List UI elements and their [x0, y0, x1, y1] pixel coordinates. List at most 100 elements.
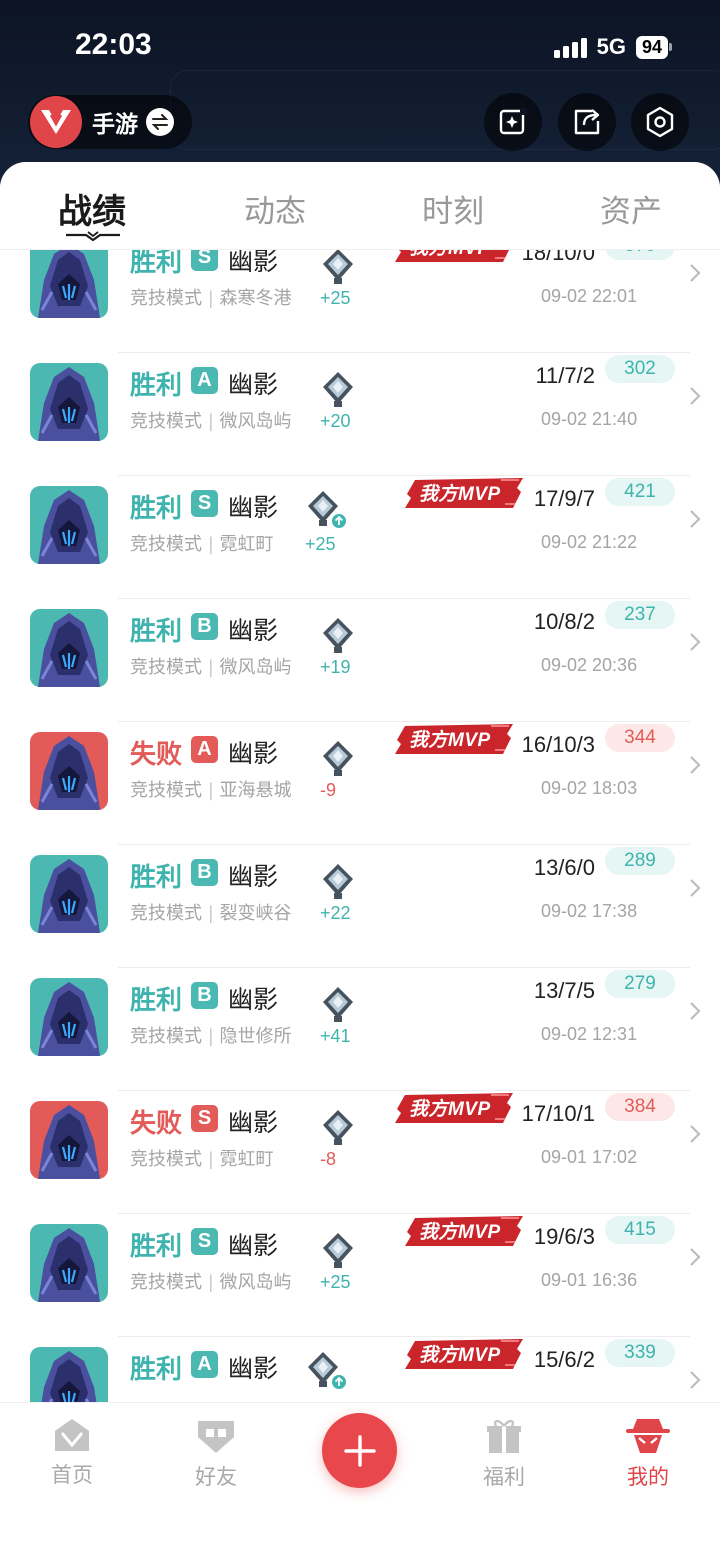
tab-feed[interactable]: 动态	[244, 186, 306, 231]
match-time: 09-02 17:38	[541, 901, 638, 921]
rank-change: -8	[320, 1149, 337, 1169]
match-grade-badge: B	[191, 613, 218, 640]
share-button[interactable]	[558, 93, 616, 151]
match-score: 339	[605, 1339, 675, 1367]
match-score: 279	[605, 970, 675, 998]
match-row[interactable]: 胜利 A 幽影 竞技模式 | 微风岛屿 +20 11/7/2 302 09-02 21:40	[0, 353, 720, 476]
match-time: 09-02 18:03	[541, 778, 638, 798]
match-row[interactable]: 失败 S 幽影 竞技模式 | 霓虹町 -8 我方MVP 17/10/1 384 09-01 17…	[0, 1091, 720, 1214]
hero-avatar	[30, 1347, 108, 1402]
match-kda: 17/9/7	[533, 486, 595, 511]
match-kda: 15/6/2	[533, 1347, 595, 1372]
match-mode-label: 竞技模式	[130, 657, 202, 678]
match-score: 370	[605, 250, 675, 260]
match-map: 霓虹町	[219, 534, 274, 555]
match-kda: 10/8/2	[533, 609, 595, 634]
match-row[interactable]: 失败 A 幽影 竞技模式 | 亚海悬城 -9 我方MVP 16/10/3 344 09-02 1…	[0, 722, 720, 845]
chevron-right-icon	[690, 1248, 701, 1266]
match-map: 森寒冬港	[219, 288, 292, 309]
match-score: 415	[605, 1216, 675, 1244]
match-time: 09-02 21:22	[541, 532, 638, 552]
card-sparkle-icon	[499, 108, 527, 135]
match-grade-badge: A	[191, 736, 218, 763]
signal-icon	[553, 36, 587, 58]
chevron-right-icon	[690, 387, 701, 405]
rank-change: +25	[320, 1272, 351, 1292]
nav-home[interactable]: 首页	[22, 1417, 122, 1489]
nav-welfare[interactable]: 福利	[454, 1417, 554, 1491]
match-time: 09-02 12:31	[541, 1024, 638, 1044]
rank-up-icon	[332, 514, 346, 528]
nav-profile[interactable]: 我的	[598, 1417, 698, 1491]
tab-moments[interactable]: 时刻	[422, 186, 484, 231]
share-icon	[574, 109, 600, 135]
match-row[interactable]: 胜利 S 幽影 竞技模式 | 微风岛屿 +25 我方MVP 19/6/3 415 09-01 1…	[0, 1214, 720, 1337]
rank-icon	[323, 864, 353, 899]
profile-icon	[626, 1419, 670, 1453]
game-switcher[interactable]: 手游	[28, 95, 192, 149]
plus-icon	[343, 1434, 376, 1467]
match-row[interactable]: 胜利 B 幽影 竞技模式 | 隐世修所 +41 13/7/5 279 09-02 12:31	[0, 968, 720, 1091]
nav-friends-label: 好友	[195, 1465, 237, 1489]
settings-button[interactable]	[631, 93, 689, 151]
match-row[interactable]: 胜利 A 幽影 我方MVP 15/6/2 339	[0, 1337, 720, 1402]
hero-name: 幽影	[228, 616, 279, 645]
match-mode-label: 竞技模式	[130, 1026, 202, 1047]
rank-icon	[323, 1110, 353, 1145]
match-result: 胜利	[130, 617, 183, 647]
match-result: 胜利	[130, 250, 183, 278]
rank-change: +22	[320, 903, 351, 923]
match-row[interactable]: 胜利 B 幽影 竞技模式 | 裂变峡谷 +22 13/6/0 289 09-02 17:38	[0, 845, 720, 968]
match-grade-badge: S	[191, 1228, 218, 1255]
match-grade-badge: B	[191, 982, 218, 1009]
rank-change: +25	[305, 534, 336, 554]
rank-icon	[323, 987, 353, 1022]
match-grade-badge: S	[191, 1105, 218, 1132]
nav-welfare-label: 福利	[483, 1465, 525, 1489]
status-indicators: 5G 94	[553, 34, 672, 60]
add-card-button[interactable]	[484, 93, 542, 151]
match-mode-label: 竞技模式	[130, 1272, 202, 1293]
match-result: 胜利	[130, 863, 183, 893]
create-post-button[interactable]	[322, 1413, 397, 1488]
hero-avatar	[30, 609, 108, 687]
match-mode: 竞技模式 | 霓虹町	[130, 534, 274, 555]
match-grade-badge: A	[191, 367, 218, 394]
match-mode: 竞技模式 | 微风岛屿	[130, 657, 292, 678]
match-grade-badge: S	[191, 250, 218, 271]
rank-up-icon	[332, 1375, 346, 1389]
match-row[interactable]: 胜利 S 幽影竞技模式 | 森寒冬港 +25 我方MVP 18/10/0 370 09-02 …	[0, 250, 720, 353]
nav-friends[interactable]: 好友	[166, 1417, 266, 1491]
match-result: 胜利	[130, 371, 183, 401]
match-grade-badge: B	[191, 859, 218, 886]
match-row[interactable]: 胜利 S 幽影 竞技模式 | 霓虹町 +25 我方MVP 17/9/7 421 09-02 21…	[0, 476, 720, 599]
rank-change: +25	[320, 288, 351, 308]
hero-name: 幽影	[228, 1354, 279, 1383]
match-row[interactable]: 胜利 B 幽影 竞技模式 | 微风岛屿 +19 10/8/2 237 09-02 20:36	[0, 599, 720, 722]
tab-records[interactable]: 战绩	[58, 184, 126, 233]
mvp-badge-label: 我方MVP	[409, 730, 491, 751]
match-kda: 17/10/1	[521, 1101, 595, 1126]
rank-icon	[323, 618, 353, 653]
match-kda: 13/6/0	[533, 855, 595, 880]
rank-icon	[323, 1233, 353, 1268]
match-mode-label: 竞技模式	[130, 411, 202, 432]
match-mode-label: 竞技模式	[130, 534, 202, 555]
match-score: 237	[605, 601, 675, 629]
tab-assets[interactable]: 资产	[600, 186, 662, 231]
mvp-badge-label: 我方MVP	[419, 1222, 501, 1243]
swap-icon	[146, 108, 174, 136]
nav-profile-label: 我的	[627, 1465, 669, 1489]
rank-icon	[323, 250, 353, 284]
mvp-badge: 我方MVP	[395, 722, 513, 756]
match-mode: 竞技模式 | 亚海悬城	[130, 780, 292, 801]
match-score: 289	[605, 847, 675, 875]
chevron-right-icon	[690, 264, 701, 282]
match-result: 胜利	[130, 1232, 183, 1262]
mvp-badge-label: 我方MVP	[419, 484, 501, 505]
match-score: 302	[605, 355, 675, 383]
bottom-nav: 首页 好友 福利 我的	[0, 1402, 720, 1558]
nav-home-label: 首页	[51, 1463, 93, 1487]
battery-icon: 94	[635, 35, 672, 59]
match-mode: 竞技模式 | 裂变峡谷	[130, 903, 292, 924]
